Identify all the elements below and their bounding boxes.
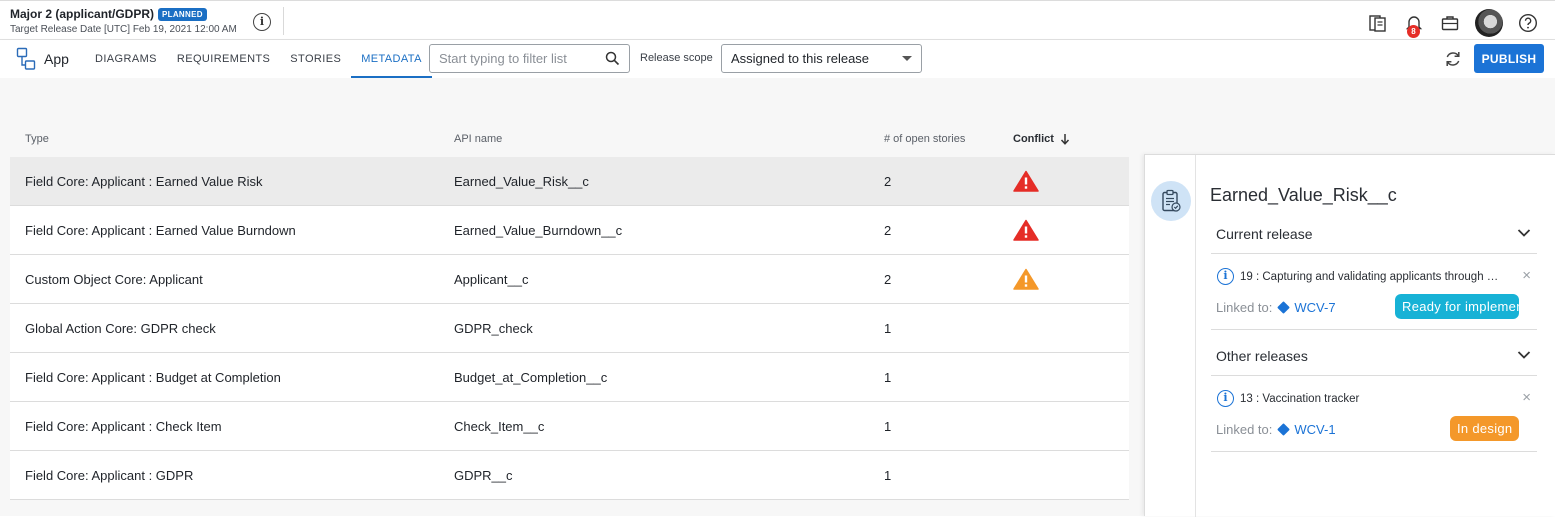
filter-box	[429, 44, 630, 73]
release-scope-label: Release scope	[640, 52, 713, 64]
linked-to-label: Linked to:	[1216, 422, 1273, 437]
cell-type: Field Core: Applicant : Budget at Comple…	[25, 370, 281, 385]
linked-to-label: Linked to:	[1216, 300, 1273, 315]
notifications-bell[interactable]: 8	[1403, 12, 1425, 38]
cell-api-name: Budget_at_Completion__c	[454, 370, 608, 385]
clipboard-check-icon	[1151, 181, 1191, 221]
story-card[interactable]: i 19 : Capturing and validating applican…	[1211, 255, 1537, 330]
cell-api-name: Check_Item__c	[454, 419, 545, 434]
conflict-high-warning-icon	[1013, 219, 1039, 244]
table-row[interactable]: Global Action Core: GDPR check GDPR_chec…	[10, 304, 1129, 353]
cell-open-stories: 1	[884, 370, 892, 385]
release-scope-value: Assigned to this release	[731, 51, 870, 66]
top-header: Major 2 (applicant/GDPR) PLANNED Target …	[0, 0, 1555, 40]
cell-type: Field Core: Applicant : Earned Value Bur…	[25, 223, 296, 238]
conflict-medium-warning-icon	[1013, 268, 1039, 293]
close-icon[interactable]: ×	[1522, 389, 1531, 406]
cell-open-stories: 2	[884, 223, 892, 238]
header-actions: 8	[1367, 9, 1539, 38]
table-row[interactable]: Field Core: Applicant : Budget at Comple…	[10, 353, 1129, 402]
tab-diagrams[interactable]: DIAGRAMS	[85, 40, 167, 78]
story-title: 19 : Capturing and validating applicants…	[1240, 271, 1502, 283]
cell-open-stories: 1	[884, 419, 892, 434]
chevron-down-icon	[1517, 351, 1531, 359]
refresh-icon[interactable]	[1443, 49, 1463, 74]
section-current-release-label: Current release	[1216, 226, 1313, 242]
story-status-badge: Ready for implementation	[1395, 294, 1519, 319]
documents-icon[interactable]	[1367, 12, 1389, 34]
search-icon[interactable]	[605, 51, 620, 66]
tab-stories[interactable]: STORIES	[280, 40, 351, 78]
cell-open-stories: 1	[884, 321, 892, 336]
table-header: Type API name # of open stories Conflict	[10, 130, 1129, 150]
header-divider	[283, 7, 284, 35]
briefcase-icon[interactable]	[1439, 12, 1461, 34]
dropdown-caret-icon	[902, 56, 912, 61]
cell-open-stories: 2	[884, 174, 892, 189]
jira-diamond-icon	[1277, 301, 1291, 314]
release-scope-select[interactable]: Assigned to this release	[721, 44, 922, 73]
column-header-open-stories[interactable]: # of open stories	[884, 133, 965, 145]
cell-open-stories: 2	[884, 272, 892, 287]
filter-input[interactable]	[439, 51, 599, 66]
column-header-conflict-label: Conflict	[1013, 133, 1054, 145]
section-current-release[interactable]: Current release	[1211, 218, 1537, 254]
story-status-badge: In design	[1450, 416, 1519, 441]
cell-type: Custom Object Core: Applicant	[25, 272, 203, 287]
story-card[interactable]: i 13 : Vaccination tracker × Linked to: …	[1211, 377, 1537, 452]
release-status-badge: PLANNED	[158, 7, 207, 21]
user-avatar[interactable]	[1475, 9, 1503, 37]
column-header-type[interactable]: Type	[25, 133, 49, 145]
cell-type: Field Core: Applicant : GDPR	[25, 468, 194, 483]
section-other-releases[interactable]: Other releases	[1211, 340, 1537, 376]
column-header-conflict[interactable]: Conflict	[1013, 133, 1070, 145]
cell-type: Field Core: Applicant : Check Item	[25, 419, 222, 434]
cell-api-name: GDPR_check	[454, 321, 533, 336]
table-row[interactable]: Field Core: Applicant : Earned Value Ris…	[10, 157, 1129, 206]
jira-key-link[interactable]: WCV-1	[1294, 422, 1335, 437]
chevron-down-icon	[1517, 229, 1531, 237]
story-title: 13 : Vaccination tracker	[1240, 393, 1360, 405]
section-other-releases-label: Other releases	[1216, 348, 1308, 364]
column-header-api-name[interactable]: API name	[454, 133, 502, 145]
details-panel: Earned_Value_Risk__c Current release i 1…	[1144, 154, 1555, 517]
close-icon[interactable]: ×	[1522, 267, 1531, 284]
tab-requirements[interactable]: REQUIREMENTS	[167, 40, 280, 78]
info-icon[interactable]: i	[253, 13, 271, 31]
cell-api-name: Applicant__c	[454, 272, 529, 287]
info-circle-icon: i	[1217, 390, 1234, 407]
app-label: App	[44, 51, 69, 67]
jira-key-link[interactable]: WCV-7	[1294, 300, 1335, 315]
help-icon[interactable]	[1517, 12, 1539, 34]
jira-diamond-icon	[1277, 423, 1291, 436]
cell-type: Field Core: Applicant : Earned Value Ris…	[25, 174, 263, 189]
section-tabs: DIAGRAMS REQUIREMENTS STORIES METADATA	[85, 40, 432, 78]
linked-to: Linked to: WCV-1	[1216, 422, 1336, 437]
metadata-table: Field Core: Applicant : Earned Value Ris…	[10, 157, 1129, 500]
cell-open-stories: 1	[884, 468, 892, 483]
cell-api-name: Earned_Value_Risk__c	[454, 174, 589, 189]
nav-bar: App DIAGRAMS REQUIREMENTS STORIES METADA…	[0, 40, 1555, 78]
app-switcher[interactable]: App	[16, 47, 69, 71]
cell-api-name: GDPR__c	[454, 468, 513, 483]
info-circle-icon: i	[1217, 268, 1234, 285]
table-row[interactable]: Custom Object Core: Applicant Applicant_…	[10, 255, 1129, 304]
publish-button[interactable]: PUBLISH	[1474, 44, 1544, 73]
linked-to: Linked to: WCV-7	[1216, 300, 1336, 315]
cell-api-name: Earned_Value_Burndown__c	[454, 223, 623, 238]
release-title: Major 2 (applicant/GDPR)	[10, 7, 155, 21]
notification-count-badge: 8	[1407, 25, 1420, 38]
target-release-date: Target Release Date [UTC] Feb 19, 2021 1…	[10, 24, 237, 35]
tab-metadata[interactable]: METADATA	[351, 40, 432, 78]
sort-down-arrow-icon	[1060, 134, 1070, 145]
panel-title: Earned_Value_Risk__c	[1210, 185, 1397, 205]
release-title-block: Major 2 (applicant/GDPR) PLANNED Target …	[10, 7, 237, 35]
cell-type: Global Action Core: GDPR check	[25, 321, 216, 336]
table-row[interactable]: Field Core: Applicant : Check Item Check…	[10, 402, 1129, 451]
panel-rail-divider	[1195, 155, 1196, 517]
table-row[interactable]: Field Core: Applicant : Earned Value Bur…	[10, 206, 1129, 255]
app-diagram-icon	[16, 47, 36, 70]
conflict-high-warning-icon	[1013, 170, 1039, 195]
table-row[interactable]: Field Core: Applicant : GDPR GDPR__c 1	[10, 451, 1129, 500]
